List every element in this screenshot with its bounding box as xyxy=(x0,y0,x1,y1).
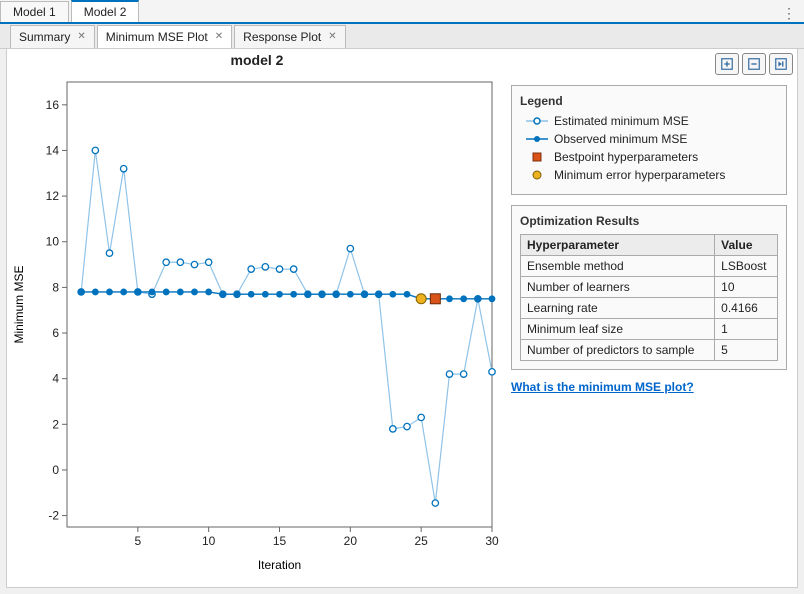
optimization-table: Hyperparameter Value Ensemble methodLSBo… xyxy=(520,234,778,361)
plot-area: model 2 -2 0 2 4 6 8 10 12 14 16 5 10 15 20 25 30 Iterat… xyxy=(7,49,507,587)
table-row: Number of predictors to sample5 xyxy=(521,340,778,361)
legend-label: Minimum error hyperparameters xyxy=(554,168,725,182)
close-icon[interactable]: ✕ xyxy=(215,31,223,42)
go-end-button[interactable] xyxy=(769,53,793,75)
model-tab-2[interactable]: Model 2 xyxy=(71,0,140,22)
legend-item-observed: Observed minimum MSE xyxy=(526,132,778,146)
svg-text:12: 12 xyxy=(46,189,60,203)
svg-text:-2: -2 xyxy=(48,509,59,523)
main-panel: model 2 -2 0 2 4 6 8 10 12 14 16 5 10 15 20 25 30 Iterat… xyxy=(6,48,798,588)
tab-label: Model 1 xyxy=(13,5,56,19)
tab-summary[interactable]: Summary ✕ xyxy=(10,25,95,48)
tab-label: Minimum MSE Plot xyxy=(106,30,208,44)
tab-label: Model 2 xyxy=(84,5,127,19)
table-row: Number of learners10 xyxy=(521,277,778,298)
chart-title: model 2 xyxy=(7,52,507,68)
opt-header-value: Value xyxy=(715,235,778,256)
svg-text:10: 10 xyxy=(202,534,216,548)
help-link[interactable]: What is the minimum MSE plot? xyxy=(511,380,694,394)
legend-label: Observed minimum MSE xyxy=(554,132,687,146)
svg-text:10: 10 xyxy=(46,235,60,249)
tab-label: Response Plot xyxy=(243,30,321,44)
table-row: Ensemble methodLSBoost xyxy=(521,256,778,277)
svg-text:14: 14 xyxy=(46,143,60,157)
model-tab-1[interactable]: Model 1 xyxy=(0,1,69,22)
svg-text:20: 20 xyxy=(344,534,358,548)
legend-item-minerror: Minimum error hyperparameters xyxy=(526,168,778,182)
legend-label: Estimated minimum MSE xyxy=(554,114,689,128)
opt-tbody: Ensemble methodLSBoostNumber of learners… xyxy=(521,256,778,361)
svg-text:6: 6 xyxy=(52,326,59,340)
svg-text:16: 16 xyxy=(46,98,60,112)
legend-symbol-estimated xyxy=(526,116,548,126)
tab-label: Summary xyxy=(19,30,70,44)
view-tabbar: Summary ✕ Minimum MSE Plot ✕ Response Plot… xyxy=(0,24,804,49)
legend-panel: Legend Estimated minimum MSE Observed mi… xyxy=(511,85,787,195)
svg-text:8: 8 xyxy=(52,280,59,294)
tab-min-mse-plot[interactable]: Minimum MSE Plot ✕ xyxy=(97,25,232,48)
panel-action-buttons xyxy=(715,53,793,75)
svg-text:5: 5 xyxy=(134,534,141,548)
opt-header-param: Hyperparameter xyxy=(521,235,715,256)
svg-text:15: 15 xyxy=(273,534,287,548)
tab-response-plot[interactable]: Response Plot ✕ xyxy=(234,25,345,48)
legend-item-bestpoint: Bestpoint hyperparameters xyxy=(526,150,778,164)
optimization-panel: Optimization Results Hyperparameter Valu… xyxy=(511,205,787,370)
svg-text:4: 4 xyxy=(52,372,59,386)
expand-button[interactable] xyxy=(715,53,739,75)
svg-text:2: 2 xyxy=(52,417,59,431)
overflow-menu-icon[interactable]: ⋮ xyxy=(774,5,804,22)
legend-symbol-observed xyxy=(526,134,548,144)
optimization-title: Optimization Results xyxy=(520,214,778,228)
svg-text:Iteration: Iteration xyxy=(258,558,301,572)
min-mse-chart: -2 0 2 4 6 8 10 12 14 16 5 10 15 20 25 30 Iteration Minim… xyxy=(7,67,507,577)
svg-text:0: 0 xyxy=(52,463,59,477)
app-root: Model 1 Model 2 ⋮ Summary ✕ Minimum MSE P… xyxy=(0,0,804,594)
legend-label: Bestpoint hyperparameters xyxy=(554,150,698,164)
close-icon[interactable]: ✕ xyxy=(77,31,85,42)
svg-text:30: 30 xyxy=(485,534,499,548)
legend-symbol-bestpoint xyxy=(526,152,548,162)
side-panel: Legend Estimated minimum MSE Observed mi… xyxy=(507,49,797,587)
collapse-button[interactable] xyxy=(742,53,766,75)
legend-item-estimated: Estimated minimum MSE xyxy=(526,114,778,128)
svg-text:25: 25 xyxy=(414,534,428,548)
table-row: Minimum leaf size1 xyxy=(521,319,778,340)
model-tabbar: Model 1 Model 2 ⋮ xyxy=(0,0,804,24)
svg-text:Minimum MSE: Minimum MSE xyxy=(12,265,26,343)
legend-symbol-minerror xyxy=(526,170,548,180)
close-icon[interactable]: ✕ xyxy=(328,31,336,42)
legend-title: Legend xyxy=(520,94,778,108)
table-row: Learning rate0.4166 xyxy=(521,298,778,319)
